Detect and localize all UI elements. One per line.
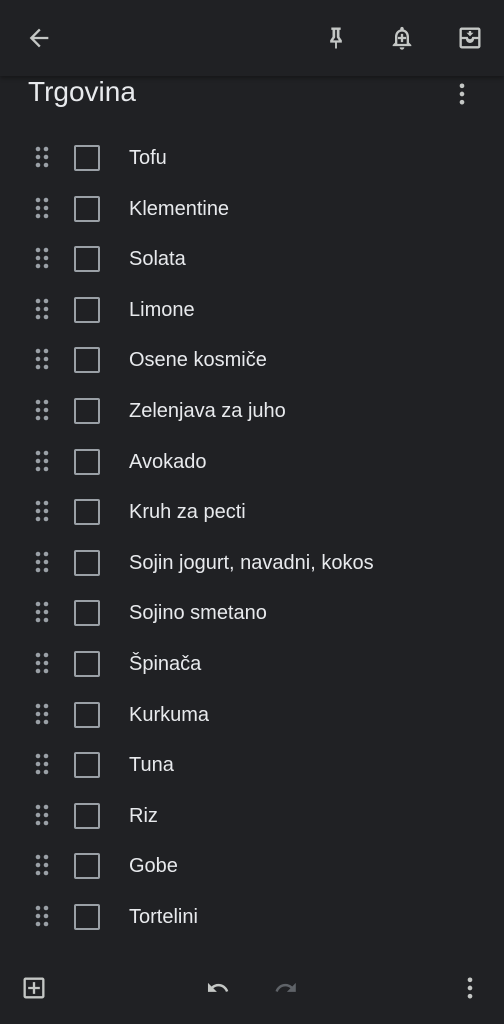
undo-icon xyxy=(207,982,229,992)
checklist: Tofu Klementine Solata Limone Osene kosmiče Z… xyxy=(0,132,504,942)
item-checkbox[interactable] xyxy=(74,650,100,677)
drag-handle-icon[interactable] xyxy=(30,852,54,878)
drag-handle-icon[interactable] xyxy=(30,802,54,828)
drag-handle-icon[interactable] xyxy=(30,903,54,929)
list-item[interactable]: Zelenjava za juho xyxy=(0,385,504,436)
redo-button[interactable] xyxy=(262,964,310,1012)
item-label[interactable]: Avokado xyxy=(129,449,206,475)
item-checkbox[interactable] xyxy=(74,347,100,374)
reminder-button[interactable] xyxy=(378,14,426,62)
list-item[interactable]: Limone xyxy=(0,284,504,335)
drag-handle-icon[interactable] xyxy=(30,397,54,423)
archive-icon xyxy=(459,27,481,49)
list-item[interactable]: Kurkuma xyxy=(0,689,504,740)
note-title[interactable]: Trgovina xyxy=(28,76,136,108)
item-label[interactable]: Tuna xyxy=(129,752,174,778)
item-label[interactable]: Limone xyxy=(129,297,195,323)
drag-handle-icon[interactable] xyxy=(30,751,54,777)
bottom-toolbar xyxy=(0,954,504,1024)
drag-handle-icon[interactable] xyxy=(30,498,54,524)
item-checkbox[interactable] xyxy=(74,499,100,526)
list-item[interactable]: Riz xyxy=(0,790,504,841)
list-item[interactable]: Tuna xyxy=(0,739,504,790)
item-label[interactable]: Solata xyxy=(129,246,186,272)
drag-handle-icon[interactable] xyxy=(30,448,54,474)
item-checkbox[interactable] xyxy=(74,448,100,475)
list-item[interactable]: Sojino smetano xyxy=(0,587,504,638)
note-editor-screen: Trgovina Tofu Klementine Solata Limone Osene… xyxy=(0,0,504,1024)
list-item[interactable]: Tofu xyxy=(0,132,504,183)
drag-handle-icon[interactable] xyxy=(30,701,54,727)
drag-handle-icon[interactable] xyxy=(30,245,54,271)
item-label[interactable]: Klementine xyxy=(129,196,229,222)
add-box-icon xyxy=(23,977,45,999)
item-checkbox[interactable] xyxy=(74,903,100,930)
more-options-button[interactable] xyxy=(446,964,494,1012)
drag-handle-icon[interactable] xyxy=(30,599,54,625)
drag-handle-icon[interactable] xyxy=(30,144,54,170)
undo-button[interactable] xyxy=(194,964,242,1012)
item-label[interactable]: Tortelini xyxy=(129,904,198,930)
item-label[interactable]: Špinača xyxy=(129,651,201,677)
note-title-row: Trgovina xyxy=(0,76,504,132)
drag-handle-icon[interactable] xyxy=(30,549,54,575)
arrow-back-icon xyxy=(29,28,49,48)
back-button[interactable] xyxy=(15,14,63,62)
item-checkbox[interactable] xyxy=(74,296,100,323)
list-item[interactable]: Gobe xyxy=(0,840,504,891)
add-button[interactable] xyxy=(10,964,58,1012)
item-label[interactable]: Osene kosmiče xyxy=(129,347,267,373)
list-item[interactable]: Kruh za pecti xyxy=(0,486,504,537)
drag-handle-icon[interactable] xyxy=(30,346,54,372)
archive-button[interactable] xyxy=(446,14,494,62)
drag-handle-icon[interactable] xyxy=(30,650,54,676)
pin-icon xyxy=(330,27,342,49)
item-label[interactable]: Kruh za pecti xyxy=(129,499,246,525)
item-checkbox[interactable] xyxy=(74,246,100,273)
drag-handle-icon[interactable] xyxy=(30,296,54,322)
item-checkbox[interactable] xyxy=(74,195,100,222)
item-label[interactable]: Riz xyxy=(129,803,158,829)
item-label[interactable]: Gobe xyxy=(129,853,178,879)
note-more-button[interactable] xyxy=(438,76,486,112)
list-item[interactable]: Sojin jogurt, navadni, kokos xyxy=(0,537,504,588)
list-item[interactable]: Klementine xyxy=(0,183,504,234)
item-checkbox[interactable] xyxy=(74,802,100,829)
item-label[interactable]: Tofu xyxy=(129,145,167,171)
item-checkbox[interactable] xyxy=(74,752,100,779)
item-label[interactable]: Kurkuma xyxy=(129,702,209,728)
item-checkbox[interactable] xyxy=(74,701,100,728)
pin-button[interactable] xyxy=(312,14,360,62)
more-vert-icon xyxy=(459,83,465,105)
add-alert-icon xyxy=(392,26,412,50)
list-item[interactable]: Osene kosmiče xyxy=(0,334,504,385)
item-label[interactable]: Zelenjava za juho xyxy=(129,398,286,424)
item-checkbox[interactable] xyxy=(74,853,100,880)
item-checkbox[interactable] xyxy=(74,600,100,627)
list-item[interactable]: Avokado xyxy=(0,436,504,487)
list-item[interactable]: Solata xyxy=(0,233,504,284)
redo-icon xyxy=(275,982,296,992)
item-checkbox[interactable] xyxy=(74,549,100,576)
item-label[interactable]: Sojino smetano xyxy=(129,600,267,626)
item-checkbox[interactable] xyxy=(74,397,100,424)
more-vert-icon xyxy=(467,977,473,999)
list-item[interactable]: Špinača xyxy=(0,638,504,689)
drag-handle-icon[interactable] xyxy=(30,195,54,221)
item-checkbox[interactable] xyxy=(74,145,100,171)
list-item[interactable]: Tortelini xyxy=(0,891,504,942)
item-label[interactable]: Sojin jogurt, navadni, kokos xyxy=(129,550,374,576)
top-toolbar xyxy=(0,0,504,76)
